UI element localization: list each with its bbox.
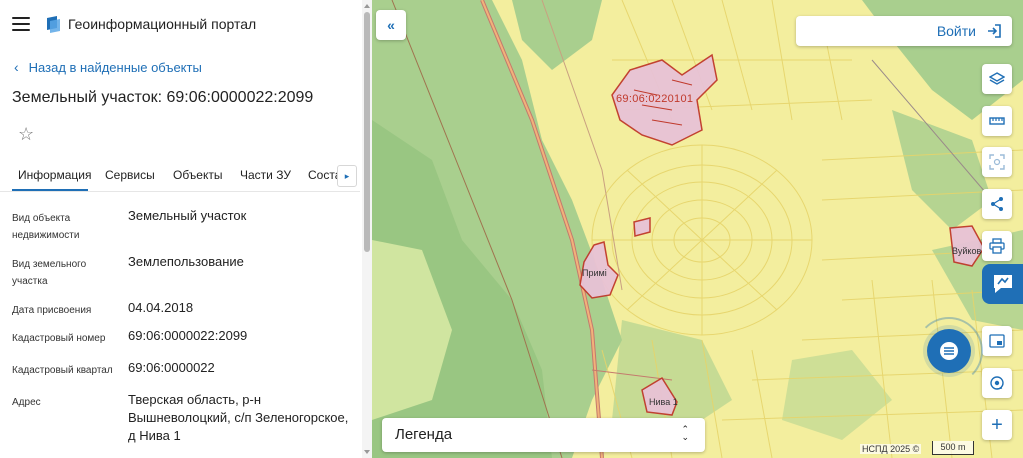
share-icon (991, 197, 1003, 211)
favorite-star-icon[interactable]: ☆ (18, 124, 34, 145)
scrollbar-thumb[interactable] (364, 12, 370, 252)
info-value: Земельный участок (128, 208, 247, 223)
app-title: Геоинформационный портал (68, 16, 257, 32)
map-scale-bar: 500 m (932, 441, 974, 455)
tab-services[interactable]: Сервисы (105, 168, 155, 182)
village-label: Примі (582, 268, 607, 278)
minimap-button[interactable] (982, 326, 1012, 356)
top-bar: Геоинформационный портал (0, 0, 372, 48)
expand-collapse-icon: ⌃ ⌄ (681, 424, 689, 442)
tabs-scroll-right-button[interactable]: ▸ (337, 165, 357, 187)
app: Геоинформационный портал ‹ Назад в найден… (0, 0, 1023, 458)
login-label: Войти (936, 23, 976, 39)
chat-bubble-icon (993, 275, 1012, 293)
login-button[interactable]: Войти (796, 16, 1012, 46)
select-area-icon (989, 154, 1005, 170)
village-label: Вуйков (952, 246, 982, 256)
portal-logo-icon (47, 16, 60, 33)
location-icon (990, 376, 1004, 390)
info-label: Вид земельного участка (12, 259, 87, 287)
map-canvas (372, 0, 1023, 458)
info-label: Кадастровый квартал (12, 365, 113, 376)
info-value: 69:06:0000022 (128, 360, 215, 375)
scroll-up-arrow-icon[interactable] (364, 4, 370, 8)
info-label: Дата присвоения (12, 305, 92, 316)
select-area-button[interactable] (982, 147, 1012, 177)
info-value: 04.04.2018 (128, 300, 194, 315)
back-to-results-link[interactable]: ‹ Назад в найденные объекты (14, 59, 202, 75)
layers-icon (989, 72, 1005, 85)
print-icon (989, 238, 1005, 254)
info-label: Вид объекта недвижимости (12, 213, 80, 241)
chat-assistant-button[interactable] (927, 329, 971, 373)
legend-dropdown[interactable]: Легенда ⌃ ⌄ (382, 418, 705, 452)
map-copyright: НСПД 2025 © (860, 444, 922, 454)
object-info-panel: Геоинформационный портал ‹ Назад в найден… (0, 0, 372, 458)
cadastral-quarter-label: 69:06:0220101 (616, 93, 694, 105)
tab-objects[interactable]: Объекты (173, 168, 223, 182)
tab-information[interactable]: Информация (18, 168, 91, 182)
locate-button[interactable] (982, 368, 1012, 398)
scroll-down-arrow-icon[interactable] (364, 450, 370, 454)
active-tab-indicator (12, 189, 88, 191)
tab-parts[interactable]: Части ЗУ (240, 168, 291, 182)
tab-bar: Информация Сервисы Объекты Части ЗУ Сост… (0, 160, 360, 192)
hamburger-menu-icon[interactable] (12, 17, 30, 31)
ruler-icon (989, 117, 1005, 125)
back-link-label: Назад в найденные объекты (28, 60, 202, 75)
info-value: Землепользование (128, 254, 244, 269)
page-title: Земельный участок: 69:06:0000022:2099 (12, 89, 314, 106)
share-button[interactable] (982, 189, 1012, 219)
legend-label: Легенда (395, 426, 453, 443)
village-label: Нива 1 (649, 397, 678, 407)
chat-lines-icon (940, 342, 958, 360)
info-value: 69:06:0000022:2099 (128, 328, 248, 343)
double-chevron-left-icon: « (387, 17, 395, 33)
info-value: Тверская область, р-н Вышневолоцкий, с/п… (128, 392, 349, 443)
login-icon (988, 24, 1001, 38)
plus-icon: + (991, 413, 1003, 436)
collapse-panel-button[interactable]: « (376, 10, 406, 40)
minimap-icon (989, 334, 1005, 348)
feedback-panel-button[interactable] (982, 264, 1023, 304)
layers-button[interactable] (982, 64, 1012, 94)
info-label: Кадастровый номер (12, 333, 106, 344)
zoom-in-button[interactable]: + (982, 410, 1012, 440)
chevron-left-icon: ‹ (14, 59, 19, 75)
tabs-clip: Информация Сервисы Объекты Части ЗУ Сост… (0, 160, 360, 192)
print-button[interactable] (982, 231, 1012, 261)
map-view[interactable]: 69:06:0220101 Вуйков Примі Нива 1 (372, 0, 1023, 458)
info-label: Адрес (12, 397, 41, 408)
measure-button[interactable] (982, 106, 1012, 136)
